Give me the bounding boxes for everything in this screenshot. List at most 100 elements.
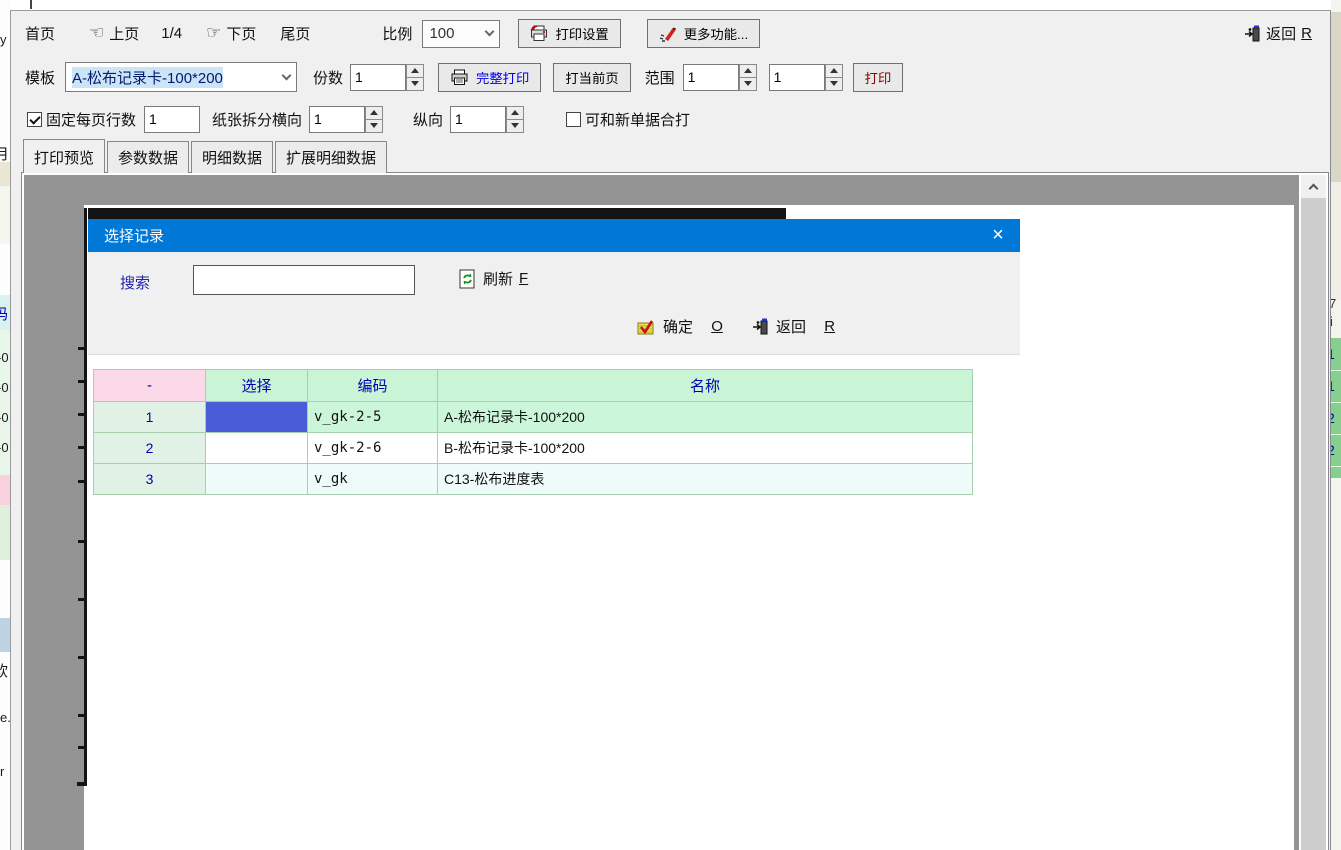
table-row[interactable]: 2 v_gk-2-6 B-松布记录卡-100*200: [94, 433, 973, 464]
spin-up[interactable]: [365, 106, 383, 120]
tab-bar: 打印预览 参数数据 明细数据 扩展明细数据: [23, 143, 389, 173]
bg-text-fragment: 2: [1331, 410, 1335, 426]
chevron-down-icon: [485, 27, 495, 37]
last-page-label: 尾页: [280, 23, 310, 44]
bg-text-fragment: 1: [1331, 346, 1335, 362]
range-from-input[interactable]: [683, 64, 739, 91]
combine-print-checkbox[interactable]: [566, 112, 581, 127]
select-cell[interactable]: [206, 433, 308, 464]
column-header-code[interactable]: 编码: [308, 370, 438, 402]
bg-strip: [1331, 182, 1341, 300]
toolbar-options: 固定每页行数 纸张拆分横向 纵向 可和新单据合打: [11, 98, 1330, 140]
hand-left-icon: ☜: [89, 25, 104, 42]
print-current-page-button[interactable]: 打当前页: [553, 63, 630, 92]
row-number: 1: [94, 402, 206, 433]
tab-detail-data[interactable]: 明细数据: [191, 141, 273, 173]
search-input[interactable]: [193, 265, 415, 295]
range-label: 范围: [645, 67, 675, 88]
table-header-row: - 选择 编码 名称: [94, 370, 973, 402]
split-vertical-input[interactable]: [450, 106, 506, 133]
fixed-rows-checkbox[interactable]: [27, 112, 42, 127]
column-header-name[interactable]: 名称: [438, 370, 973, 402]
range-to-spinner[interactable]: [825, 64, 843, 91]
background-window-right-sliver: 7 i 1 1 2 2: [1331, 0, 1341, 850]
next-page-label: 下页: [226, 23, 256, 44]
table-row[interactable]: 3 v_gk C13-松布进度表: [94, 464, 973, 495]
scroll-up-button[interactable]: [1301, 175, 1326, 198]
spin-up[interactable]: [506, 106, 524, 120]
select-cell-selected[interactable]: [206, 402, 308, 433]
bg-grid-line: [1331, 402, 1341, 403]
range-to-input[interactable]: [769, 64, 825, 91]
copies-input[interactable]: [350, 64, 406, 91]
name-cell[interactable]: C13-松布进度表: [438, 464, 973, 495]
bg-strip: [0, 186, 10, 244]
return-button[interactable]: 返回R: [1244, 23, 1312, 44]
preview-page-header-bar: [88, 208, 786, 219]
copies-label: 份数: [313, 67, 343, 88]
spin-down[interactable]: [365, 120, 383, 133]
template-combobox[interactable]: A-松布记录卡-100*200: [65, 62, 297, 92]
first-page-button[interactable]: 首页: [25, 23, 55, 44]
bg-text-fragment: r: [0, 764, 4, 779]
spin-up[interactable]: [739, 64, 757, 78]
copies-spinner[interactable]: [406, 64, 424, 91]
print-button[interactable]: 打印: [853, 63, 904, 92]
bg-text-fragment: 码: [0, 303, 8, 324]
combine-print-label: 可和新单据合打: [585, 109, 690, 130]
full-print-button[interactable]: 完整打印: [438, 63, 541, 92]
column-header-select[interactable]: 选择: [206, 370, 308, 402]
scale-combobox[interactable]: 100: [422, 20, 500, 48]
print-settings-button[interactable]: 打印设置: [518, 19, 620, 48]
table-row[interactable]: 1 v_gk-2-5 A-松布记录卡-100*200: [94, 402, 973, 433]
next-page-button[interactable]: ☞ 下页: [206, 23, 256, 44]
first-page-label: 首页: [25, 23, 55, 44]
code-cell[interactable]: v_gk: [308, 464, 438, 495]
arrow-up-icon: [830, 68, 838, 73]
name-cell[interactable]: A-松布记录卡-100*200: [438, 402, 973, 433]
dialog-return-button[interactable]: 返回 R: [752, 316, 835, 337]
split-vertical-spinner[interactable]: [506, 106, 524, 133]
template-label: 模板: [25, 67, 55, 88]
spin-down[interactable]: [825, 78, 843, 91]
confirm-check-icon: [637, 319, 656, 335]
column-header-index[interactable]: -: [94, 370, 206, 402]
prev-page-button[interactable]: ☜ 上页: [89, 23, 139, 44]
search-label: 搜索: [120, 272, 150, 293]
vertical-scrollbar[interactable]: [1301, 175, 1326, 850]
confirm-button[interactable]: 确定 O: [637, 316, 723, 337]
code-cell[interactable]: v_gk-2-5: [308, 402, 438, 433]
last-page-button[interactable]: 尾页: [280, 23, 310, 44]
spin-down[interactable]: [739, 78, 757, 91]
scrollbar-thumb[interactable]: [1301, 198, 1326, 850]
bg-text-fragment: 7: [1331, 296, 1336, 311]
name-cell[interactable]: B-松布记录卡-100*200: [438, 433, 973, 464]
dialog-return-label: 返回: [776, 316, 806, 337]
split-vertical-label: 纵向: [413, 109, 443, 130]
close-button[interactable]: ×: [976, 219, 1020, 252]
bg-strip: [0, 618, 10, 652]
code-cell[interactable]: v_gk-2-6: [308, 433, 438, 464]
spin-down[interactable]: [406, 78, 424, 91]
spin-up[interactable]: [406, 64, 424, 78]
more-functions-button[interactable]: 更多功能...: [647, 19, 760, 48]
dialog-title-bar[interactable]: 选择记录 ×: [88, 219, 1020, 252]
spin-down[interactable]: [506, 120, 524, 133]
select-cell[interactable]: [206, 464, 308, 495]
scale-label: 比例: [382, 23, 412, 44]
bg-text-fragment: -0: [0, 410, 9, 425]
split-horizontal-input[interactable]: [309, 106, 365, 133]
tab-extended-detail-data[interactable]: 扩展明细数据: [275, 141, 387, 173]
dialog-table-area: - 选择 编码 名称 1 v_gk-2-5 A-松布记录卡-100*200 2: [88, 354, 1020, 850]
refresh-button[interactable]: 刷新F: [458, 268, 528, 289]
tab-print-preview[interactable]: 打印预览: [23, 139, 105, 173]
arrow-down-icon: [830, 81, 838, 86]
chevron-up-icon: [1309, 183, 1319, 193]
range-from-spinner[interactable]: [739, 64, 757, 91]
split-horizontal-spinner[interactable]: [365, 106, 383, 133]
dialog-body: 搜索 刷新F 确定 O: [88, 252, 1020, 850]
fixed-rows-input[interactable]: [144, 106, 200, 133]
refresh-accelerator: F: [519, 270, 528, 287]
tab-parameter-data[interactable]: 参数数据: [107, 141, 189, 173]
spin-up[interactable]: [825, 64, 843, 78]
